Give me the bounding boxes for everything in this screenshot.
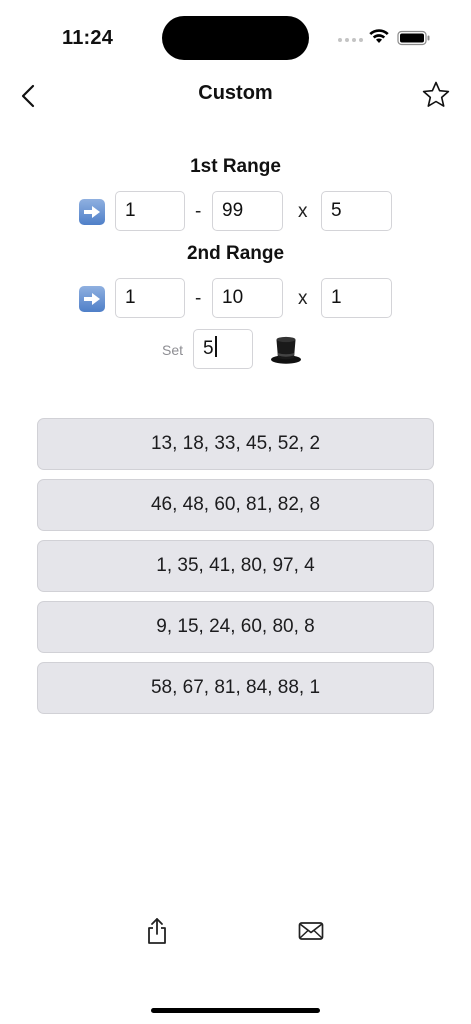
generate-button[interactable] bbox=[268, 331, 304, 367]
first-range-count-input[interactable]: 5 bbox=[321, 191, 392, 231]
mail-button[interactable] bbox=[296, 916, 326, 946]
dynamic-island bbox=[162, 16, 309, 60]
second-range-title: 2nd Range bbox=[186, 243, 285, 264]
range-dash: - bbox=[195, 288, 202, 309]
first-range-title: 1st Range bbox=[190, 156, 281, 177]
second-range-from-input[interactable]: 1 bbox=[115, 278, 185, 318]
star-outline-icon bbox=[422, 81, 450, 107]
home-indicator bbox=[151, 1008, 320, 1013]
times-sign: x bbox=[298, 201, 308, 222]
result-row-4[interactable]: 9, 15, 24, 60, 80, 8 bbox=[37, 601, 434, 653]
times-sign: x bbox=[298, 288, 308, 309]
navigation-bar: Custom bbox=[0, 74, 471, 118]
first-range-to-input[interactable]: 99 bbox=[212, 191, 283, 231]
page-title: Custom bbox=[198, 82, 273, 104]
text-cursor bbox=[214, 336, 217, 357]
second-range-count-input[interactable]: 1 bbox=[321, 278, 392, 318]
top-hat-icon bbox=[271, 336, 301, 364]
result-row-2[interactable]: 46, 48, 60, 81, 82, 8 bbox=[37, 479, 434, 531]
result-row-5[interactable]: 58, 67, 81, 84, 88, 1 bbox=[37, 662, 434, 714]
results-list: 13, 18, 33, 45, 52, 2 46, 48, 60, 81, 82… bbox=[37, 418, 434, 723]
first-range-row: 1 - 99 x 5 bbox=[0, 191, 471, 233]
cellular-signal-icon bbox=[338, 38, 363, 42]
share-button[interactable] bbox=[143, 916, 171, 946]
right-arrow-icon bbox=[79, 199, 105, 225]
status-time: 11:24 bbox=[62, 27, 114, 49]
second-range-row: 1 - 10 x 1 bbox=[0, 278, 471, 320]
set-count-value: 5 bbox=[203, 338, 214, 359]
set-count-input[interactable]: 5 bbox=[193, 329, 253, 369]
range-dash: - bbox=[195, 201, 202, 222]
share-icon bbox=[148, 918, 166, 944]
status-bar: 11:24 bbox=[0, 0, 471, 74]
result-row-1[interactable]: 13, 18, 33, 45, 52, 2 bbox=[37, 418, 434, 470]
favorite-button[interactable] bbox=[418, 77, 454, 113]
mail-icon bbox=[298, 922, 324, 940]
result-row-3[interactable]: 1, 35, 41, 80, 97, 4 bbox=[37, 540, 434, 592]
set-label: Set bbox=[162, 342, 184, 358]
set-row: Set 5 bbox=[0, 329, 471, 371]
wifi-icon bbox=[369, 29, 389, 43]
battery-icon bbox=[397, 30, 430, 46]
first-range-from-input[interactable]: 1 bbox=[115, 191, 185, 231]
second-range-to-input[interactable]: 10 bbox=[212, 278, 283, 318]
right-arrow-icon bbox=[79, 286, 105, 312]
